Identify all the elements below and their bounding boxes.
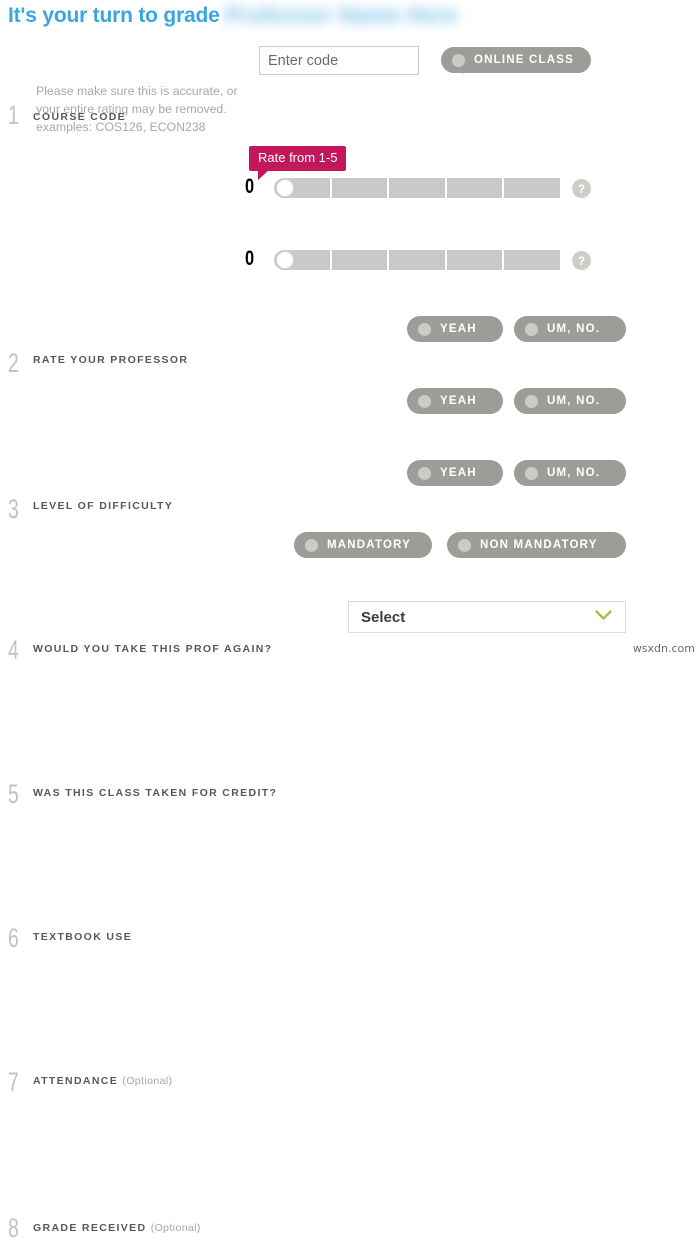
rating-slider-segment[interactable]	[504, 178, 560, 198]
rating-slider-segment[interactable]	[446, 178, 503, 198]
grade-received-select[interactable]: Select	[348, 601, 626, 633]
rate-tooltip-text: Rate from 1-5	[258, 150, 338, 165]
label-taken-for-credit: WAS THIS CLASS TAKEN FOR CREDIT?	[33, 787, 278, 799]
label-grade-received: GRADE RECEIVED (Optional)	[33, 1222, 201, 1234]
textbook-yes-label: YEAH	[440, 467, 477, 479]
step-number-3: 3	[8, 494, 19, 524]
credit-yes-button[interactable]: YEAH	[407, 388, 503, 414]
credit-no-radio-dot	[525, 394, 538, 408]
difficulty-slider-segment[interactable]	[331, 250, 388, 270]
difficulty-slider-handle[interactable]	[276, 251, 294, 269]
credit-no-button[interactable]: UM, NO.	[514, 388, 626, 414]
credit-yes-radio-dot	[418, 394, 431, 408]
page-title: It's your turn to grade Professor Name H…	[8, 4, 458, 28]
attendance-non-mandatory-label: NON MANDATORY	[480, 539, 598, 551]
course-code-input[interactable]	[260, 47, 463, 74]
course-code-helper-text: Please make sure this is accurate, or yo…	[36, 84, 238, 134]
step-number-4: 4	[8, 635, 19, 665]
difficulty-slider[interactable]	[274, 250, 560, 270]
label-take-prof-again: WOULD YOU TAKE THIS PROF AGAIN?	[33, 643, 273, 655]
grade-received-selected-value: Select	[361, 608, 406, 626]
rating-slider-segment[interactable]	[331, 178, 388, 198]
credit-no-label: UM, NO.	[547, 395, 601, 407]
watermark: wsxdn.com	[632, 642, 695, 655]
step-number-6: 6	[8, 923, 19, 953]
textbook-no-label: UM, NO.	[547, 467, 601, 479]
label-attendance-text: ATTENDANCE	[33, 1075, 119, 1087]
step-number-1: 1	[8, 100, 19, 130]
course-code-field[interactable]	[259, 46, 479, 75]
textbook-no-button[interactable]: UM, NO.	[514, 460, 626, 486]
chevron-down-icon[interactable]	[595, 608, 612, 626]
label-grade-received-optional: (Optional)	[150, 1222, 201, 1234]
rating-value: 0	[245, 175, 255, 198]
label-attendance: ATTENDANCE (Optional)	[33, 1075, 172, 1087]
rating-slider-handle[interactable]	[276, 179, 294, 197]
step-number-5: 5	[8, 779, 19, 809]
take-again-no-radio-dot	[525, 322, 538, 336]
step-number-7: 7	[8, 1067, 19, 1097]
attendance-mandatory-radio-dot	[305, 538, 318, 552]
label-attendance-optional: (Optional)	[122, 1075, 173, 1087]
take-again-no-button[interactable]: UM, NO.	[514, 316, 626, 342]
attendance-non-mandatory-button[interactable]: NON MANDATORY	[447, 532, 626, 558]
take-again-yes-button[interactable]: YEAH	[407, 316, 503, 342]
label-grade-received-text: GRADE RECEIVED	[33, 1222, 147, 1234]
page-title-text: It's your turn to grade	[8, 4, 220, 27]
rating-help-glyph: ?	[577, 181, 586, 196]
online-class-label: ONLINE CLASS	[474, 54, 575, 66]
credit-yes-label: YEAH	[440, 395, 477, 407]
rate-tooltip: Rate from 1-5	[249, 146, 347, 180]
attendance-mandatory-button[interactable]: MANDATORY	[294, 532, 432, 558]
online-class-button[interactable]: ONLINE CLASS	[441, 47, 592, 73]
textbook-yes-radio-dot	[418, 466, 431, 480]
rating-help-icon[interactable]: ?	[572, 179, 591, 198]
difficulty-help-icon[interactable]: ?	[572, 251, 591, 270]
rating-slider-segment[interactable]	[389, 178, 445, 198]
take-again-yes-radio-dot	[418, 322, 431, 336]
take-again-yes-label: YEAH	[440, 323, 477, 335]
difficulty-slider-segment[interactable]	[389, 250, 445, 270]
attendance-non-mandatory-radio-dot	[458, 538, 471, 552]
take-again-no-label: UM, NO.	[547, 323, 601, 335]
online-class-radio-dot	[452, 53, 465, 67]
difficulty-help-glyph: ?	[577, 253, 586, 268]
textbook-no-radio-dot	[525, 466, 538, 480]
difficulty-slider-segment[interactable]	[504, 250, 560, 270]
professor-name-blurred: Professor Name Here	[225, 4, 459, 27]
textbook-yes-button[interactable]: YEAH	[407, 460, 503, 486]
rating-slider[interactable]	[274, 178, 560, 198]
difficulty-value: 0	[245, 247, 255, 270]
label-textbook-use: TEXTBOOK USE	[33, 931, 133, 943]
attendance-mandatory-label: MANDATORY	[327, 539, 412, 551]
label-level-of-difficulty: LEVEL OF DIFFICULTY	[33, 500, 174, 512]
label-rate-professor: RATE YOUR PROFESSOR	[33, 354, 189, 366]
difficulty-slider-segment[interactable]	[446, 250, 503, 270]
step-number-8: 8	[8, 1213, 19, 1243]
step-number-2: 2	[8, 348, 19, 378]
